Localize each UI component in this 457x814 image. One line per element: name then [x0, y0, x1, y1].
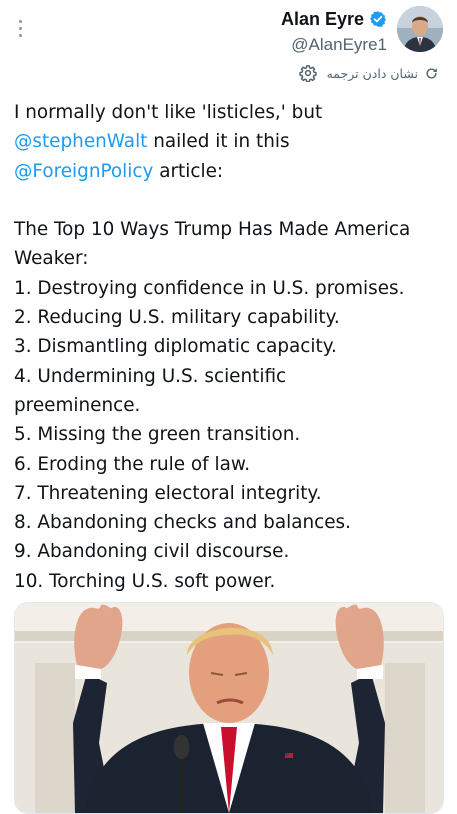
translation-label: نشان دادن ترجمه: [326, 65, 418, 81]
tweet-line: I normally don't like 'listicles,' but: [14, 102, 323, 123]
user-handle[interactable]: @AlanEyre1: [281, 35, 387, 55]
list-item: 7. Threatening electoral integrity.: [14, 482, 322, 504]
tweet-line-rest: article:: [153, 160, 224, 182]
list-item: 3. Dismantling diplomatic capacity.: [14, 336, 337, 358]
mention-foreignpolicy[interactable]: @ForeignPolicy: [14, 161, 153, 182]
translate-row: نشان دادن ترجمه: [298, 64, 439, 82]
verified-badge-icon: [370, 11, 386, 27]
tweet-line-rest: nailed it in this: [147, 131, 290, 153]
list-item: 5. Missing the green transition.: [14, 424, 301, 446]
list-item: 6. Eroding the rule of law.: [14, 453, 251, 475]
tweet-line: @ForeignPolicy article:: [14, 157, 446, 186]
tweet-line: @stephenWalt nailed it in this: [14, 127, 446, 156]
tweet-text: I normally don't like 'listicles,' but @…: [14, 98, 446, 596]
more-options-icon[interactable]: [17, 20, 23, 37]
photo: [15, 603, 443, 813]
list-item: 8. Abandoning checks and balances.: [14, 512, 351, 534]
list-item: 9. Abandoning civil discourse.: [14, 541, 290, 563]
list-item: 1. Destroying confidence in U.S. promise…: [14, 277, 405, 299]
show-translation-link[interactable]: نشان دادن ترجمه: [327, 66, 439, 81]
tweet-author[interactable]: Alan Eyre @AlanEyre1: [281, 8, 387, 55]
gear-icon[interactable]: [298, 64, 317, 82]
list-title: Weaker:: [14, 248, 89, 270]
list-item: preeminence.: [14, 394, 141, 416]
avatar[interactable]: [397, 6, 443, 52]
list-item: 4. Undermining U.S. scientific: [14, 365, 287, 387]
list-item: 10. Torching U.S. soft power.: [14, 570, 276, 592]
translate-icon: [426, 67, 437, 79]
list-title: The Top 10 Ways Trump Has Made America: [14, 219, 411, 241]
mention-stephenwalt[interactable]: @stephenWalt: [14, 131, 147, 152]
display-name[interactable]: Alan Eyre: [281, 8, 364, 30]
tweet-media-image[interactable]: [14, 602, 444, 814]
list-item: 2. Reducing U.S. military capability.: [14, 307, 340, 329]
